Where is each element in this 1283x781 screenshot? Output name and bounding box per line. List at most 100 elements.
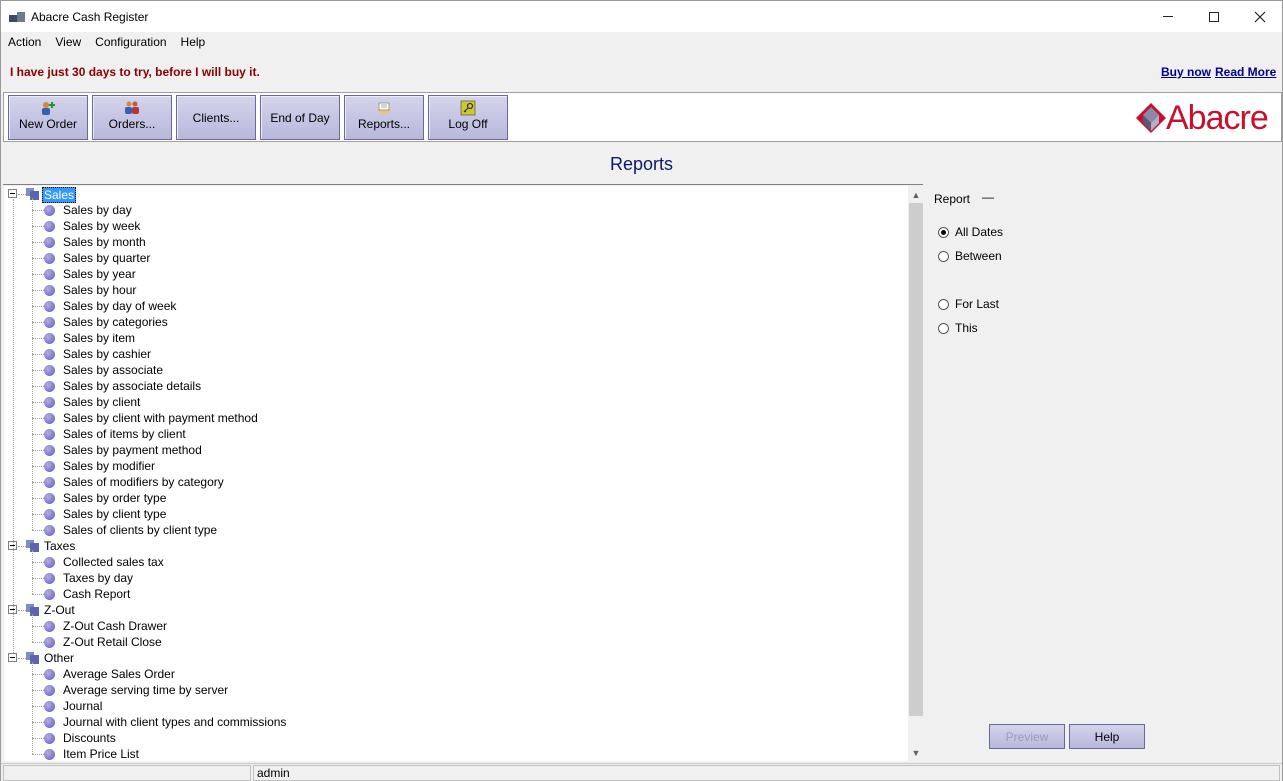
report-item-icon <box>44 317 55 328</box>
tree-item[interactable]: Discounts <box>4 730 884 746</box>
report-item-icon <box>44 445 55 456</box>
tree-group-other[interactable]: Other <box>4 650 884 666</box>
tree-group-taxes[interactable]: Taxes <box>4 538 884 554</box>
report-item-icon <box>44 525 55 536</box>
preview-button[interactable]: Preview <box>989 724 1065 749</box>
tree-item[interactable]: Sales by associate <box>4 362 884 378</box>
tree-item[interactable]: Average Sales Order <box>4 666 884 682</box>
tree-item[interactable]: Sales by month <box>4 234 884 250</box>
tree-scrollbar[interactable]: ▲ ▼ <box>908 186 924 761</box>
tree-item[interactable]: Sales by client type <box>4 506 884 522</box>
radio-between-dot[interactable] <box>938 250 949 262</box>
menu-help[interactable]: Help <box>174 33 213 52</box>
tree-item[interactable]: Journal <box>4 698 884 714</box>
tree-item[interactable]: Sales by item <box>4 330 884 346</box>
tree-item[interactable]: Item Price List <box>4 746 884 761</box>
tree-item-label: Item Price List <box>63 747 140 761</box>
reports-button[interactable]: Reports... <box>344 95 424 140</box>
close-button[interactable] <box>1237 1 1283 32</box>
tree-item-label: Discounts <box>63 731 116 745</box>
tree-item[interactable]: Sales by categories <box>4 314 884 330</box>
status-bar: admin <box>1 763 1282 781</box>
tree-item[interactable]: Journal with client types and commission… <box>4 714 884 730</box>
report-item-icon <box>44 717 55 728</box>
tree-item[interactable]: Sales by associate details <box>4 378 884 394</box>
menu-configuration[interactable]: Configuration <box>88 33 173 52</box>
tree-item[interactable]: Sales by client with payment method <box>4 410 884 426</box>
orders-button[interactable]: Orders... <box>92 95 172 140</box>
clients-button[interactable]: Clients... <box>176 95 256 140</box>
tree-item[interactable]: Sales of modifiers by category <box>4 474 884 490</box>
app-window: Abacre Cash Register Action View Configu… <box>0 0 1283 781</box>
tree-connector <box>32 578 44 579</box>
tree-item[interactable]: Sales by quarter <box>4 250 884 266</box>
radio-this[interactable]: This <box>938 321 978 335</box>
radio-all-dates[interactable]: All Dates <box>938 225 1003 239</box>
tree-item-label: Sales by categories <box>63 315 168 329</box>
buy-now-link[interactable]: Buy now <box>1161 65 1211 79</box>
tree-connector <box>32 386 44 387</box>
menu-action[interactable]: Action <box>1 33 48 52</box>
tree-item[interactable]: Average serving time by server <box>4 682 884 698</box>
report-tree[interactable]: Sales Sales by day Sales by week Sales by m… <box>4 186 908 761</box>
tree-connector <box>32 402 44 403</box>
report-item-icon <box>44 429 55 440</box>
tree-connector <box>32 258 44 259</box>
scrollbar-thumb[interactable] <box>909 203 923 716</box>
tree-item[interactable]: Collected sales tax <box>4 554 884 570</box>
tree-item[interactable]: Sales by modifier <box>4 458 884 474</box>
tree-item[interactable]: Sales by order type <box>4 490 884 506</box>
report-item-icon <box>44 349 55 360</box>
scroll-down-icon[interactable]: ▼ <box>908 744 924 761</box>
report-item-icon <box>44 573 55 584</box>
tree-item[interactable]: Taxes by day <box>4 570 884 586</box>
tree-item[interactable]: Sales by payment method <box>4 442 884 458</box>
tree-item-label: Sales by modifier <box>63 459 156 473</box>
tree-item[interactable]: Sales by day of week <box>4 298 884 314</box>
tree-item-label: Sales by item <box>63 331 136 345</box>
tree-item[interactable]: Sales by day <box>4 202 884 218</box>
trial-notice-bar: I have just 30 days to try, before I wil… <box>1 53 1282 91</box>
menu-view[interactable]: View <box>48 33 88 52</box>
end-of-day-button[interactable]: End of Day <box>260 95 340 140</box>
radio-for-last[interactable]: For Last <box>938 297 999 311</box>
tree-item[interactable]: Sales by hour <box>4 282 884 298</box>
tree-group-label: Taxes <box>44 539 76 553</box>
tree-item[interactable]: Z-Out Retail Close <box>4 634 884 650</box>
radio-this-dot[interactable] <box>938 322 949 334</box>
log-off-button[interactable]: Log Off <box>428 95 508 140</box>
scroll-up-icon[interactable]: ▲ <box>908 186 924 203</box>
clients-label: Clients... <box>192 110 240 125</box>
tree-item-label: Taxes by day <box>63 571 134 585</box>
tree-group-z-out[interactable]: Z-Out <box>4 602 884 618</box>
tree-group-sales[interactable]: Sales <box>4 186 884 203</box>
tree-connector <box>18 546 26 547</box>
tree-item[interactable]: Sales by cashier <box>4 346 884 362</box>
read-more-link[interactable]: Read More <box>1215 65 1276 79</box>
new-order-button[interactable]: New Order <box>8 95 88 140</box>
tree-item[interactable]: Sales by year <box>4 266 884 282</box>
tree-item[interactable]: Z-Out Cash Drawer <box>4 618 884 634</box>
radio-for-last-dot[interactable] <box>938 298 949 310</box>
report-item-icon <box>44 269 55 280</box>
tree-connector <box>32 626 44 627</box>
tree-item-label: Z-Out Retail Close <box>63 635 162 649</box>
radio-all-dates-dot[interactable] <box>938 226 949 238</box>
tree-item[interactable]: Cash Report <box>4 586 884 602</box>
tree-item[interactable]: Sales of clients by client type <box>4 522 884 538</box>
report-item-icon <box>44 637 55 648</box>
radio-between[interactable]: Between <box>938 249 1002 263</box>
help-button[interactable]: Help <box>1069 724 1145 749</box>
maximize-button[interactable] <box>1191 1 1237 32</box>
minimize-button[interactable] <box>1145 1 1191 32</box>
tree-item[interactable]: Sales by week <box>4 218 884 234</box>
tree-connector <box>18 658 26 659</box>
tree-connector <box>32 434 44 435</box>
collapse-icon[interactable] <box>8 189 17 198</box>
tree-connector <box>32 482 44 483</box>
report-item-icon <box>44 477 55 488</box>
tree-connector <box>32 722 44 723</box>
tree-item[interactable]: Sales by client <box>4 394 884 410</box>
collapse-icon[interactable] <box>8 653 17 662</box>
tree-item[interactable]: Sales of items by client <box>4 426 884 442</box>
